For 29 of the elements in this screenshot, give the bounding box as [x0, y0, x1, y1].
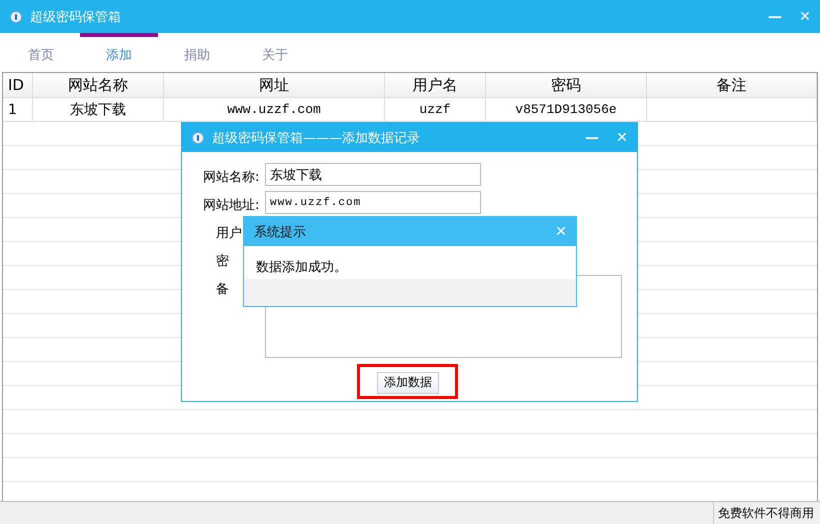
info-icon — [192, 132, 204, 144]
table-cell: www.uzzf.com — [164, 98, 385, 121]
tab[interactable]: 首页 — [2, 33, 80, 72]
field-label: 用户 — [216, 226, 242, 241]
table-cell: 1 — [3, 98, 33, 121]
field-label: 网站地址: — [203, 198, 260, 213]
tab[interactable]: 捐助 — [158, 33, 236, 72]
text-field[interactable]: 东坡下载 — [265, 163, 481, 186]
dialog-title: 超级密码保管箱———添加数据记录 — [212, 130, 420, 146]
column-header[interactable]: 备注 — [647, 73, 817, 97]
column-header[interactable]: ID — [3, 73, 33, 97]
status-text: 免费软件不得商用 — [713, 502, 820, 524]
info-icon — [10, 10, 22, 22]
field-label: 网站名称: — [203, 170, 260, 185]
window-title: 超级密码保管箱 — [30, 8, 121, 26]
table-cell: v8571D913056e — [486, 98, 647, 121]
table-cell: 东坡下载 — [33, 98, 164, 121]
message-text: 数据添加成功。 — [255, 259, 348, 276]
tab[interactable]: 关于 — [236, 33, 314, 72]
add-data-button[interactable]: 添加数据 — [377, 372, 439, 394]
message-title: 系统提示 — [254, 224, 306, 240]
field-label: 密 — [216, 254, 229, 269]
column-header[interactable]: 网址 — [164, 73, 385, 97]
column-header[interactable]: 密码 — [486, 73, 647, 97]
table-cell: uzzf — [385, 98, 486, 121]
column-header[interactable]: 网站名称 — [33, 73, 164, 97]
field-label: 备 — [216, 282, 229, 297]
url-field[interactable]: www.uzzf.com — [265, 191, 481, 214]
column-header[interactable]: 用户名 — [385, 73, 486, 97]
